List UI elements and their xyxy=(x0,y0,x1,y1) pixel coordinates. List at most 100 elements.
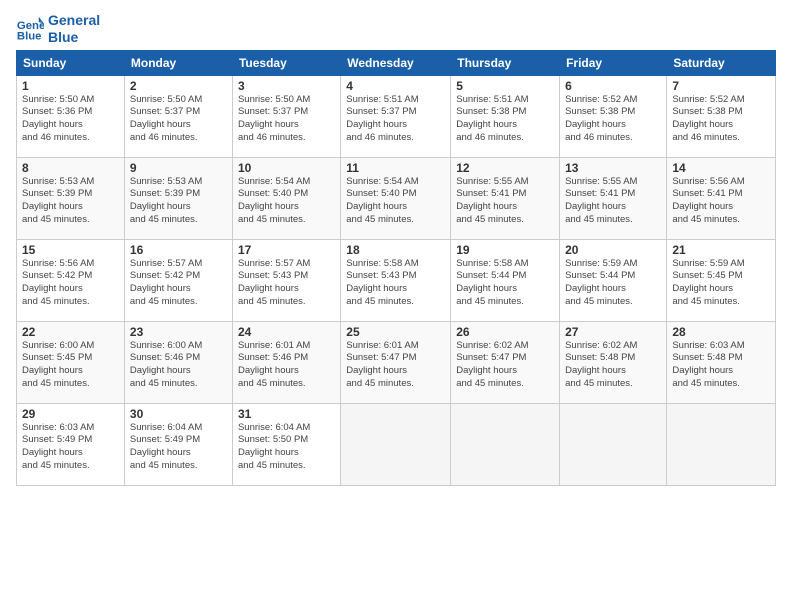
calendar-week-row: 29 Sunrise: 6:03 AM Sunset: 5:49 PM Dayl… xyxy=(17,403,776,485)
table-row: 24 Sunrise: 6:01 AM Sunset: 5:46 PM Dayl… xyxy=(232,321,340,403)
table-row: 25 Sunrise: 6:01 AM Sunset: 5:47 PM Dayl… xyxy=(341,321,451,403)
table-row: 21 Sunrise: 5:59 AM Sunset: 5:45 PM Dayl… xyxy=(667,239,776,321)
calendar-week-row: 22 Sunrise: 6:00 AM Sunset: 5:45 PM Dayl… xyxy=(17,321,776,403)
table-row: 12 Sunrise: 5:55 AM Sunset: 5:41 PM Dayl… xyxy=(451,157,560,239)
table-row xyxy=(560,403,667,485)
day-info: Sunrise: 6:01 AM Sunset: 5:47 PM Dayligh… xyxy=(346,340,445,391)
col-saturday: Saturday xyxy=(667,50,776,75)
day-info: Sunrise: 5:50 AM Sunset: 5:36 PM Dayligh… xyxy=(22,94,119,145)
day-number: 24 xyxy=(238,325,335,339)
table-row xyxy=(667,403,776,485)
day-number: 10 xyxy=(238,161,335,175)
table-row: 6 Sunrise: 5:52 AM Sunset: 5:38 PM Dayli… xyxy=(560,75,667,157)
day-info: Sunrise: 5:51 AM Sunset: 5:38 PM Dayligh… xyxy=(456,94,554,145)
table-row: 8 Sunrise: 5:53 AM Sunset: 5:39 PM Dayli… xyxy=(17,157,125,239)
table-row: 11 Sunrise: 5:54 AM Sunset: 5:40 PM Dayl… xyxy=(341,157,451,239)
table-row: 10 Sunrise: 5:54 AM Sunset: 5:40 PM Dayl… xyxy=(232,157,340,239)
day-info: Sunrise: 5:53 AM Sunset: 5:39 PM Dayligh… xyxy=(22,176,119,227)
table-row: 29 Sunrise: 6:03 AM Sunset: 5:49 PM Dayl… xyxy=(17,403,125,485)
day-info: Sunrise: 5:57 AM Sunset: 5:43 PM Dayligh… xyxy=(238,258,335,309)
day-number: 15 xyxy=(22,243,119,257)
day-info: Sunrise: 5:59 AM Sunset: 5:44 PM Dayligh… xyxy=(565,258,661,309)
svg-text:Blue: Blue xyxy=(17,30,42,42)
day-number: 2 xyxy=(130,79,227,93)
day-number: 28 xyxy=(672,325,770,339)
table-row: 18 Sunrise: 5:58 AM Sunset: 5:43 PM Dayl… xyxy=(341,239,451,321)
calendar-week-row: 15 Sunrise: 5:56 AM Sunset: 5:42 PM Dayl… xyxy=(17,239,776,321)
day-number: 18 xyxy=(346,243,445,257)
day-info: Sunrise: 5:58 AM Sunset: 5:43 PM Dayligh… xyxy=(346,258,445,309)
day-number: 3 xyxy=(238,79,335,93)
day-info: Sunrise: 5:52 AM Sunset: 5:38 PM Dayligh… xyxy=(672,94,770,145)
header-row: Sunday Monday Tuesday Wednesday Thursday… xyxy=(17,50,776,75)
day-info: Sunrise: 6:03 AM Sunset: 5:48 PM Dayligh… xyxy=(672,340,770,391)
table-row: 13 Sunrise: 5:55 AM Sunset: 5:41 PM Dayl… xyxy=(560,157,667,239)
logo-line1: General xyxy=(48,12,100,29)
page: General Blue General Blue Sunday Monday … xyxy=(0,0,792,612)
table-row: 3 Sunrise: 5:50 AM Sunset: 5:37 PM Dayli… xyxy=(232,75,340,157)
logo: General Blue General Blue xyxy=(16,12,100,46)
calendar-week-row: 1 Sunrise: 5:50 AM Sunset: 5:36 PM Dayli… xyxy=(17,75,776,157)
day-info: Sunrise: 6:02 AM Sunset: 5:47 PM Dayligh… xyxy=(456,340,554,391)
table-row: 31 Sunrise: 6:04 AM Sunset: 5:50 PM Dayl… xyxy=(232,403,340,485)
table-row: 1 Sunrise: 5:50 AM Sunset: 5:36 PM Dayli… xyxy=(17,75,125,157)
day-number: 22 xyxy=(22,325,119,339)
day-number: 11 xyxy=(346,161,445,175)
day-info: Sunrise: 5:50 AM Sunset: 5:37 PM Dayligh… xyxy=(130,94,227,145)
table-row: 17 Sunrise: 5:57 AM Sunset: 5:43 PM Dayl… xyxy=(232,239,340,321)
col-friday: Friday xyxy=(560,50,667,75)
day-info: Sunrise: 5:51 AM Sunset: 5:37 PM Dayligh… xyxy=(346,94,445,145)
calendar-week-row: 8 Sunrise: 5:53 AM Sunset: 5:39 PM Dayli… xyxy=(17,157,776,239)
day-number: 17 xyxy=(238,243,335,257)
day-info: Sunrise: 5:59 AM Sunset: 5:45 PM Dayligh… xyxy=(672,258,770,309)
day-number: 31 xyxy=(238,407,335,421)
table-row: 19 Sunrise: 5:58 AM Sunset: 5:44 PM Dayl… xyxy=(451,239,560,321)
day-number: 4 xyxy=(346,79,445,93)
header: General Blue General Blue xyxy=(16,12,776,46)
logo-icon: General Blue xyxy=(16,15,44,43)
day-number: 19 xyxy=(456,243,554,257)
table-row: 9 Sunrise: 5:53 AM Sunset: 5:39 PM Dayli… xyxy=(124,157,232,239)
day-info: Sunrise: 5:54 AM Sunset: 5:40 PM Dayligh… xyxy=(346,176,445,227)
day-info: Sunrise: 5:54 AM Sunset: 5:40 PM Dayligh… xyxy=(238,176,335,227)
table-row: 4 Sunrise: 5:51 AM Sunset: 5:37 PM Dayli… xyxy=(341,75,451,157)
day-number: 13 xyxy=(565,161,661,175)
day-number: 6 xyxy=(565,79,661,93)
day-number: 14 xyxy=(672,161,770,175)
table-row: 30 Sunrise: 6:04 AM Sunset: 5:49 PM Dayl… xyxy=(124,403,232,485)
day-info: Sunrise: 5:55 AM Sunset: 5:41 PM Dayligh… xyxy=(565,176,661,227)
table-row: 22 Sunrise: 6:00 AM Sunset: 5:45 PM Dayl… xyxy=(17,321,125,403)
col-tuesday: Tuesday xyxy=(232,50,340,75)
col-wednesday: Wednesday xyxy=(341,50,451,75)
day-number: 7 xyxy=(672,79,770,93)
logo-line2: Blue xyxy=(48,29,100,46)
day-info: Sunrise: 5:56 AM Sunset: 5:42 PM Dayligh… xyxy=(22,258,119,309)
day-info: Sunrise: 5:53 AM Sunset: 5:39 PM Dayligh… xyxy=(130,176,227,227)
day-number: 30 xyxy=(130,407,227,421)
day-number: 1 xyxy=(22,79,119,93)
day-info: Sunrise: 6:04 AM Sunset: 5:50 PM Dayligh… xyxy=(238,422,335,473)
table-row: 15 Sunrise: 5:56 AM Sunset: 5:42 PM Dayl… xyxy=(17,239,125,321)
table-row: 20 Sunrise: 5:59 AM Sunset: 5:44 PM Dayl… xyxy=(560,239,667,321)
table-row: 16 Sunrise: 5:57 AM Sunset: 5:42 PM Dayl… xyxy=(124,239,232,321)
day-info: Sunrise: 5:52 AM Sunset: 5:38 PM Dayligh… xyxy=(565,94,661,145)
day-number: 21 xyxy=(672,243,770,257)
day-number: 27 xyxy=(565,325,661,339)
table-row: 2 Sunrise: 5:50 AM Sunset: 5:37 PM Dayli… xyxy=(124,75,232,157)
day-info: Sunrise: 6:03 AM Sunset: 5:49 PM Dayligh… xyxy=(22,422,119,473)
table-row: 23 Sunrise: 6:00 AM Sunset: 5:46 PM Dayl… xyxy=(124,321,232,403)
day-info: Sunrise: 5:56 AM Sunset: 5:41 PM Dayligh… xyxy=(672,176,770,227)
day-info: Sunrise: 6:01 AM Sunset: 5:46 PM Dayligh… xyxy=(238,340,335,391)
table-row: 28 Sunrise: 6:03 AM Sunset: 5:48 PM Dayl… xyxy=(667,321,776,403)
table-row: 7 Sunrise: 5:52 AM Sunset: 5:38 PM Dayli… xyxy=(667,75,776,157)
day-number: 9 xyxy=(130,161,227,175)
day-info: Sunrise: 5:57 AM Sunset: 5:42 PM Dayligh… xyxy=(130,258,227,309)
day-number: 23 xyxy=(130,325,227,339)
table-row: 27 Sunrise: 6:02 AM Sunset: 5:48 PM Dayl… xyxy=(560,321,667,403)
day-info: Sunrise: 6:02 AM Sunset: 5:48 PM Dayligh… xyxy=(565,340,661,391)
day-info: Sunrise: 6:00 AM Sunset: 5:46 PM Dayligh… xyxy=(130,340,227,391)
day-number: 8 xyxy=(22,161,119,175)
table-row: 26 Sunrise: 6:02 AM Sunset: 5:47 PM Dayl… xyxy=(451,321,560,403)
day-number: 26 xyxy=(456,325,554,339)
day-number: 16 xyxy=(130,243,227,257)
